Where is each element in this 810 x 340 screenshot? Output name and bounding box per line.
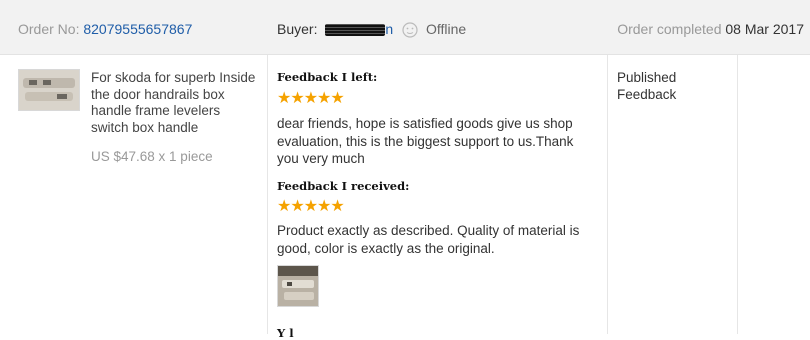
feedback-left-heading: Feedback I left:	[277, 70, 378, 84]
feedback-left-stars: ★★★★★	[277, 90, 345, 107]
buyer-status: Offline	[425, 21, 467, 37]
product-title[interactable]: For skoda for superb Inside the door han…	[91, 70, 261, 136]
order-completed-label: Order completed	[617, 21, 722, 37]
buyer-name-redacted	[325, 24, 386, 37]
column-divider	[607, 55, 608, 334]
buyer-field: Buyer: n Offline	[277, 21, 466, 38]
order-number-field: Order No: 82079555657867	[18, 21, 192, 37]
order-header: Order No: 82079555657867 Buyer: n Offlin…	[0, 0, 810, 55]
feedback-status: Published Feedback	[617, 70, 677, 102]
buyer-label: Buyer:	[277, 21, 318, 37]
order-completed-date: 08 Mar 2017	[725, 21, 804, 37]
product-thumbnail[interactable]	[18, 69, 80, 111]
order-number-link[interactable]: 82079555657867	[83, 21, 192, 37]
feedback-received-text: Product exactly as described. Quality of…	[277, 223, 580, 256]
feedback-photo-thumbnail[interactable]	[277, 265, 319, 307]
next-section-heading: Y l	[277, 326, 294, 340]
column-divider	[267, 55, 268, 334]
buyer-name[interactable]: n	[385, 21, 393, 37]
feedback-received-stars: ★★★★★	[277, 198, 345, 215]
order-completed-field: Order completed 08 Mar 2017	[617, 21, 804, 37]
feedback-received-heading: Feedback I received:	[277, 179, 410, 193]
feedback-left-text: dear friends, hope is satisfied goods gi…	[277, 116, 574, 166]
product-price: US $47.68 x 1 piece	[91, 149, 213, 164]
order-number-label: Order No:	[18, 21, 80, 37]
offline-face-icon	[402, 22, 418, 38]
column-divider	[737, 55, 738, 334]
